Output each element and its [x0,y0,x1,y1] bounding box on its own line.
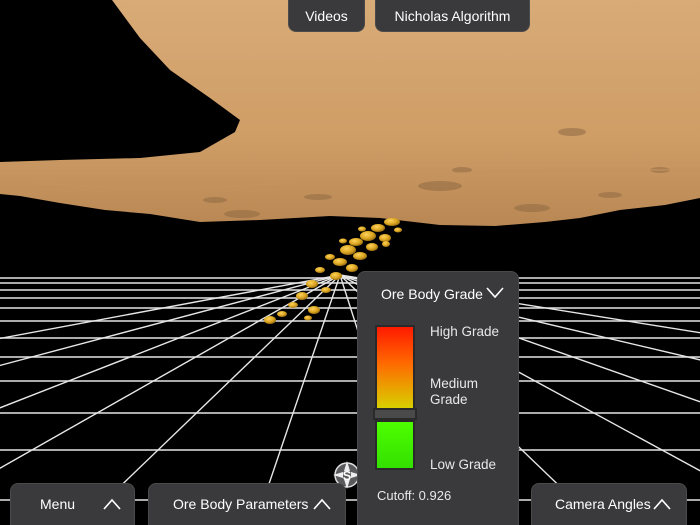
cutoff-value: Cutoff: 0.926 [377,488,452,503]
cutoff-slider-handle[interactable] [373,408,417,420]
ore-body-grade-title[interactable]: Ore Body Grade [381,286,483,302]
ore-body-parameters-button[interactable]: Ore Body Parameters [148,483,346,525]
terrain-surface [0,0,700,226]
camera-angles-label: Camera Angles [555,496,651,512]
menu-button[interactable]: Menu [10,483,135,525]
chevron-up-icon [103,498,121,510]
videos-label: Videos [305,7,348,24]
high-grade-label: High Grade [430,324,500,339]
chevron-up-icon [313,498,331,510]
videos-button[interactable]: Videos [288,0,365,32]
high-grade-gradient [375,325,415,410]
3d-viewport[interactable]: S [0,0,700,525]
ore-body-grade-panel: Ore Body Grade High Grade Medium Grade L… [357,271,519,525]
medium-grade-label: Medium Grade [430,376,479,407]
menu-label: Menu [40,496,76,512]
ore-body-parameters-label: Ore Body Parameters [173,496,309,512]
nicholas-algorithm-label: Nicholas Algorithm [394,7,511,24]
chevron-up-icon [653,498,671,510]
low-grade-swatch [375,420,415,470]
compass-letter: S [343,468,352,483]
low-grade-label: Low Grade [430,457,497,472]
chevron-down-icon[interactable] [486,287,504,299]
camera-angles-button[interactable]: Camera Angles [531,483,687,525]
nicholas-algorithm-button[interactable]: Nicholas Algorithm [375,0,530,32]
